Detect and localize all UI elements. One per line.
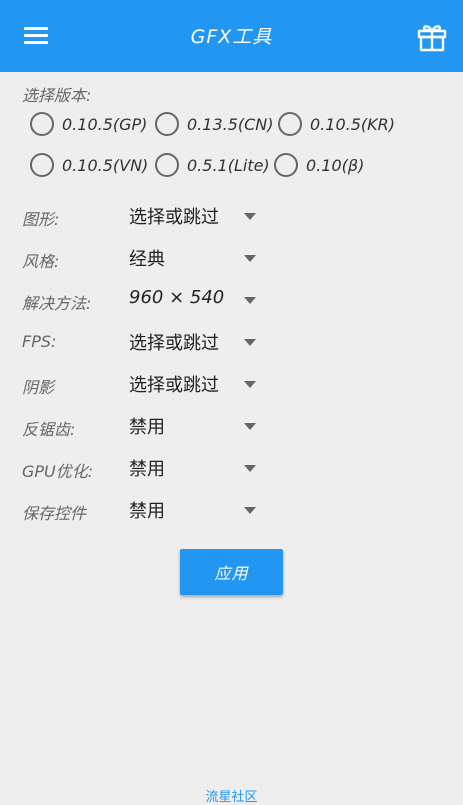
setting-value: 960 × 540 [129, 287, 225, 308]
setting-label: 风格: [22, 252, 60, 271]
footer-link[interactable]: 流星社区 [0, 786, 463, 805]
dropdown-arrow-icon[interactable] [244, 297, 256, 304]
radio-label: 0.10.5(KR) [310, 114, 395, 134]
setting-row-resolution: 解决方法: 960 × 540 [0, 285, 463, 315]
setting-row-graphics: 图形: 选择或跳过 [0, 201, 463, 231]
setting-row-gpu: GPU优化: 禁用 [0, 453, 463, 483]
version-radio-0[interactable]: 0.10.5(GP) [30, 110, 147, 138]
setting-value: 禁用 [129, 417, 165, 438]
version-radio-4[interactable]: 0.5.1(Lite) [155, 151, 270, 179]
setting-value: 选择或跳过 [129, 207, 219, 228]
radio-circle[interactable] [274, 153, 298, 177]
setting-value: 选择或跳过 [129, 375, 219, 396]
setting-row-shadow: 阴影 选择或跳过 [0, 369, 463, 399]
setting-label: GPU优化: [22, 462, 94, 481]
antialias-dropdown[interactable]: 禁用 [129, 411, 259, 441]
save-controls-dropdown[interactable]: 禁用 [129, 495, 259, 525]
graphics-dropdown[interactable]: 选择或跳过 [129, 201, 259, 231]
setting-row-antialias: 反锯齿: 禁用 [0, 411, 463, 441]
dropdown-arrow-icon[interactable] [244, 255, 256, 262]
setting-value: 选择或跳过 [129, 333, 219, 354]
radio-circle[interactable] [155, 112, 179, 136]
app-bar: GFX工具 [0, 0, 463, 72]
setting-row-save-controls: 保存控件 禁用 [0, 495, 463, 525]
radio-label: 0.10.5(GP) [62, 114, 148, 134]
radio-label: 0.13.5(CN) [187, 114, 274, 134]
version-radio-5[interactable]: 0.10(β) [274, 151, 364, 179]
setting-label: FPS: [22, 332, 57, 351]
resolution-dropdown[interactable]: 960 × 540 [129, 285, 259, 315]
setting-row-fps: FPS: 选择或跳过 [0, 327, 463, 357]
version-radio-3[interactable]: 0.10.5(VN) [30, 151, 148, 179]
radio-circle[interactable] [278, 112, 302, 136]
setting-value: 经典 [129, 249, 165, 270]
dropdown-arrow-icon[interactable] [244, 507, 256, 514]
setting-label: 图形: [22, 210, 60, 229]
style-dropdown[interactable]: 经典 [129, 243, 259, 273]
setting-label: 反锯齿: [22, 420, 76, 439]
fps-dropdown[interactable]: 选择或跳过 [129, 327, 259, 357]
version-label: 选择版本: [22, 86, 92, 105]
gift-icon[interactable] [417, 22, 447, 52]
version-radio-2[interactable]: 0.10.5(KR) [278, 110, 395, 138]
radio-circle[interactable] [30, 112, 54, 136]
dropdown-arrow-icon[interactable] [244, 381, 256, 388]
radio-label: 0.10.5(VN) [62, 155, 149, 175]
gpu-dropdown[interactable]: 禁用 [129, 453, 259, 483]
setting-label: 解决方法: [22, 294, 92, 313]
setting-value: 禁用 [129, 459, 165, 480]
radio-label: 0.10(β) [306, 155, 365, 175]
dropdown-arrow-icon[interactable] [244, 339, 256, 346]
radio-label: 0.5.1(Lite) [187, 155, 270, 175]
setting-label: 阴影 [22, 378, 55, 397]
dropdown-arrow-icon[interactable] [244, 465, 256, 472]
shadow-dropdown[interactable]: 选择或跳过 [129, 369, 259, 399]
dropdown-arrow-icon[interactable] [244, 213, 256, 220]
app-title: GFX工具 [190, 26, 273, 48]
apply-button[interactable]: 应用 [180, 549, 283, 595]
setting-label: 保存控件 [22, 504, 87, 523]
version-radio-1[interactable]: 0.13.5(CN) [155, 110, 274, 138]
radio-circle[interactable] [30, 153, 54, 177]
radio-circle[interactable] [155, 153, 179, 177]
setting-value: 禁用 [129, 501, 165, 522]
dropdown-arrow-icon[interactable] [244, 423, 256, 430]
setting-row-style: 风格: 经典 [0, 243, 463, 273]
